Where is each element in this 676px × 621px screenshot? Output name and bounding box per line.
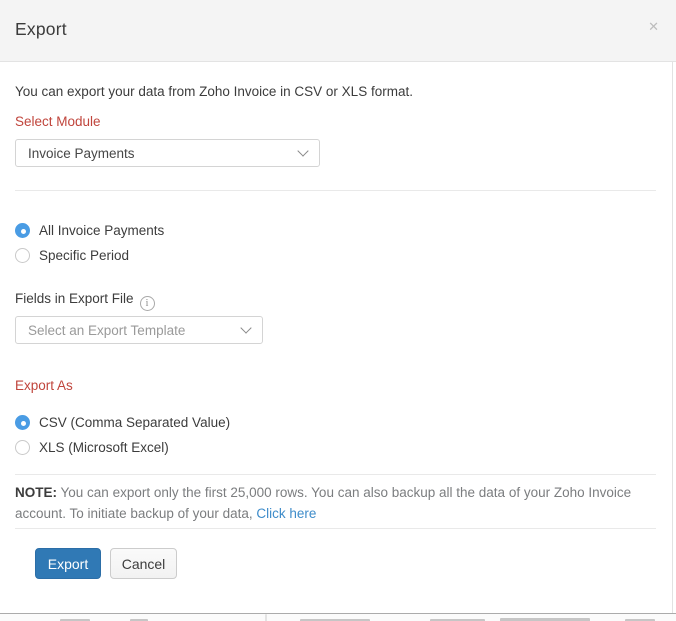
- radio-icon[interactable]: [15, 248, 30, 263]
- divider: [15, 190, 656, 191]
- radio-label: Specific Period: [39, 248, 129, 263]
- intro-text: You can export your data from Zoho Invoi…: [15, 84, 413, 99]
- note-prefix: NOTE:: [15, 485, 57, 500]
- radio-icon[interactable]: [15, 415, 30, 430]
- module-select[interactable]: Invoice Payments: [15, 139, 320, 167]
- radio-specific-period[interactable]: Specific Period: [15, 247, 129, 263]
- export-modal: Export ✕ You can export your data from Z…: [0, 0, 676, 621]
- radio-icon[interactable]: [15, 440, 30, 455]
- radio-xls[interactable]: XLS (Microsoft Excel): [15, 439, 169, 455]
- modal-title: Export: [15, 19, 67, 40]
- radio-all-invoice-payments[interactable]: All Invoice Payments: [15, 222, 164, 238]
- radio-label: XLS (Microsoft Excel): [39, 440, 169, 455]
- close-icon[interactable]: ✕: [648, 20, 659, 33]
- export-template-placeholder: Select an Export Template: [28, 323, 234, 338]
- radio-label: CSV (Comma Separated Value): [39, 415, 230, 430]
- export-as-label: Export As: [15, 378, 73, 393]
- export-button[interactable]: Export: [35, 548, 101, 579]
- export-template-select[interactable]: Select an Export Template: [15, 316, 263, 344]
- note-text: NOTE: You can export only the first 25,0…: [15, 482, 660, 524]
- info-icon[interactable]: i: [140, 296, 155, 311]
- fields-in-export-file-label: Fields in Export File i: [15, 291, 155, 311]
- note-body: You can export only the first 25,000 row…: [15, 485, 631, 521]
- chevron-down-icon: [297, 145, 308, 156]
- divider: [15, 474, 656, 475]
- select-module-label: Select Module: [15, 114, 101, 129]
- chevron-down-icon: [240, 322, 251, 333]
- fields-label-text: Fields in Export File: [15, 291, 134, 306]
- radio-icon[interactable]: [15, 223, 30, 238]
- modal-header: Export ✕: [0, 0, 676, 62]
- divider: [15, 528, 656, 529]
- background-page-edge: [0, 613, 676, 621]
- module-select-value: Invoice Payments: [28, 146, 291, 161]
- radio-csv[interactable]: CSV (Comma Separated Value): [15, 414, 230, 430]
- click-here-link[interactable]: Click here: [256, 506, 316, 521]
- modal-body: You can export your data from Zoho Invoi…: [0, 62, 673, 613]
- cancel-button[interactable]: Cancel: [110, 548, 177, 579]
- radio-label: All Invoice Payments: [39, 223, 164, 238]
